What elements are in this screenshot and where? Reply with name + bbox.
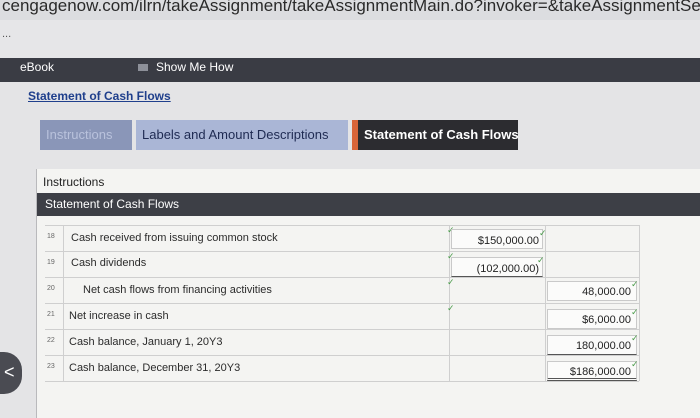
check-icon: ✓ — [537, 255, 545, 265]
tab-statement-of-cash-flows[interactable]: Statement of Cash Flows — [352, 120, 519, 150]
tab-strip: Instructions Labels and Amount Descripti… — [40, 120, 519, 150]
check-icon: ✓ — [631, 333, 639, 343]
check-icon: ✓ — [447, 277, 455, 287]
row-number: 19 — [47, 259, 55, 266]
show-me-how-link[interactable]: Show Me How — [138, 58, 233, 76]
row-number: 23 — [47, 363, 55, 370]
show-me-how-label: Show Me How — [156, 60, 234, 74]
grid-line — [45, 251, 639, 252]
grid-line — [63, 225, 64, 381]
row-label[interactable]: Cash dividends — [71, 257, 146, 269]
statement-panel: Instructions Statement of Cash Flows 18 … — [36, 169, 700, 418]
row-number: 21 — [47, 311, 55, 318]
row-number: 22 — [47, 337, 55, 344]
amount-value: (102,000.00) — [476, 263, 539, 275]
grid-line — [545, 225, 546, 381]
check-icon: ✓ — [631, 279, 639, 289]
browser-toolbar-band — [0, 20, 700, 58]
row-label[interactable]: Cash balance, January 1, 20Y3 — [69, 336, 223, 348]
grid-line — [45, 381, 639, 382]
main-content: Statement of Cash Flows Instructions Lab… — [0, 82, 700, 418]
chevron-left-icon: < — [4, 362, 15, 382]
row-label[interactable]: Net increase in cash — [69, 310, 169, 322]
total-value: $186,000.00 — [569, 366, 631, 378]
grid-line — [45, 355, 639, 356]
tool-bar: eBook Show Me How — [0, 58, 700, 82]
row-number: 20 — [47, 285, 55, 292]
row-label[interactable]: Cash received from issuing common stock — [71, 232, 278, 244]
grid-line — [45, 225, 639, 226]
row-label[interactable]: Cash balance, December 31, 20Y3 — [69, 362, 240, 374]
row-label[interactable]: Net cash flows from financing activities — [83, 284, 272, 296]
page-title: Statement of Cash Flows — [28, 89, 171, 103]
grid-line — [45, 303, 639, 304]
check-icon: ✓ — [539, 228, 547, 238]
check-icon: ✓ — [631, 359, 639, 369]
section-header: Statement of Cash Flows — [37, 193, 700, 216]
amount-value: $150,000.00 — [477, 235, 539, 247]
browser-url-bar[interactable]: cengagenow.com/ilrn/takeAssignment/takeA… — [0, 0, 700, 20]
ebook-link[interactable]: eBook — [20, 58, 54, 76]
grid-line — [45, 329, 639, 330]
tab-instructions[interactable]: Instructions — [40, 120, 132, 150]
row-number: 18 — [47, 233, 55, 240]
instructions-label: Instructions — [43, 175, 105, 189]
grid-line — [639, 225, 640, 381]
grid-line — [45, 277, 639, 278]
video-icon — [138, 63, 148, 71]
total-value: 48,000.00 — [582, 286, 631, 298]
check-icon: ✓ — [631, 307, 639, 317]
total-value: $6,000.00 — [582, 314, 631, 326]
tab-labels-and-amount-descriptions[interactable]: Labels and Amount Descriptions — [136, 120, 348, 150]
total-value: 180,000.00 — [575, 340, 631, 352]
more-menu-icon[interactable]: ... — [2, 28, 11, 40]
back-button[interactable]: < — [0, 352, 22, 394]
check-icon: ✓ — [447, 303, 455, 313]
